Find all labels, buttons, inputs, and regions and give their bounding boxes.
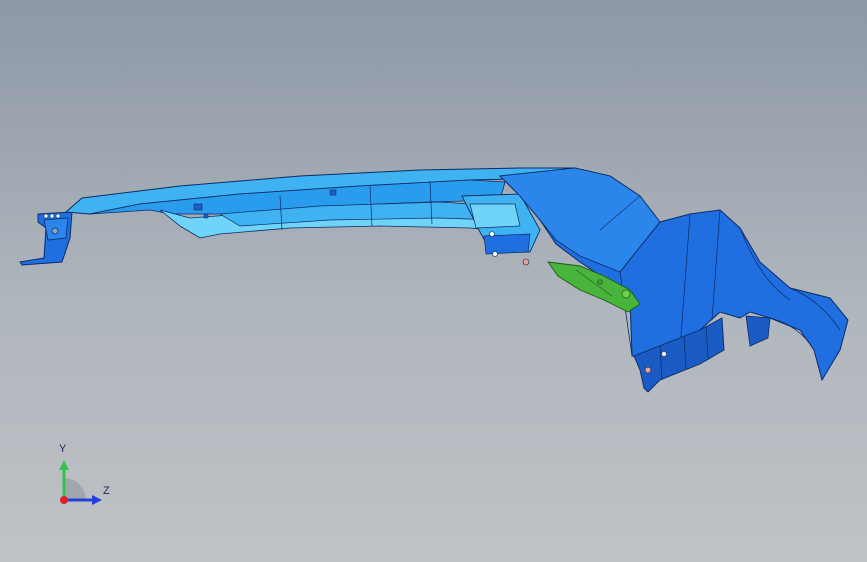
bumper-model[interactable] (0, 0, 867, 562)
triad-z-label: Z (103, 485, 110, 497)
triad-y-label: Y (59, 443, 67, 455)
coordinate-triad: Y Z (40, 438, 120, 510)
graphics-viewport[interactable]: Y Z (0, 0, 867, 562)
left-mount-bracket[interactable] (19, 211, 73, 266)
triad-axes (59, 460, 102, 505)
